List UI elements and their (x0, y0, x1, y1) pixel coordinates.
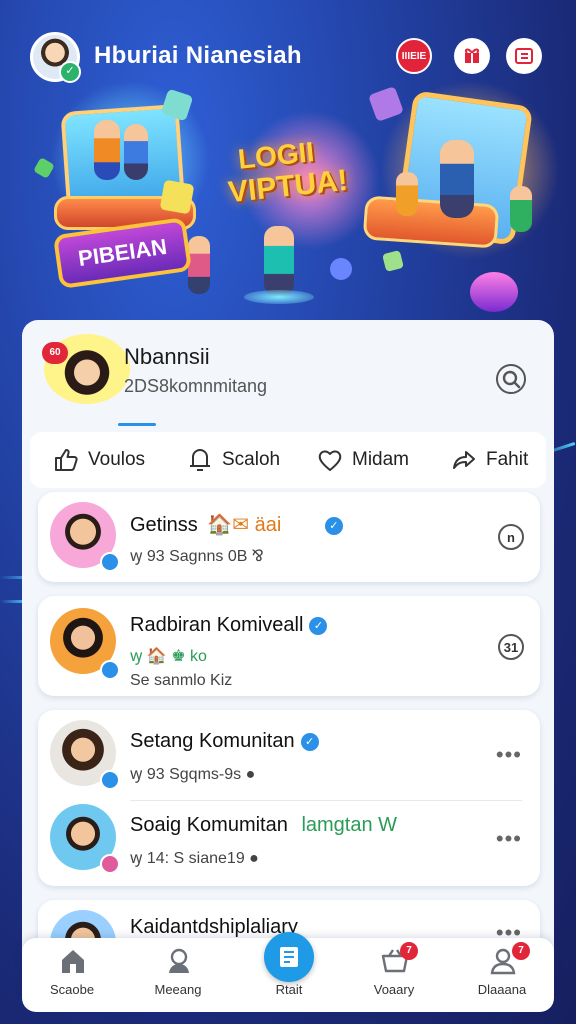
list-item[interactable]: Radbiran Komiveall ✓ ꝡ 🏠 ♚ ko Se sanmlo K… (38, 600, 540, 696)
kid-figure (188, 236, 210, 294)
notification-badge: 7 (400, 942, 418, 960)
follow-button[interactable]: 31 (498, 634, 524, 660)
community-name: Radbiran Komiveall ✓ (130, 614, 328, 637)
nav-label: Dlaaana (477, 982, 527, 997)
kid-figure (396, 172, 418, 216)
nav-label: Rtait (275, 982, 303, 997)
tab-voulos[interactable]: Voulos (52, 432, 145, 488)
stage-glow (244, 290, 314, 304)
tab-label: Fahit (486, 449, 529, 470)
more-options-icon[interactable]: ••• (496, 742, 522, 768)
nav-item-basket[interactable]: 7 Voaary (354, 938, 434, 1012)
verified-badge (100, 770, 120, 790)
kid-figure (94, 120, 120, 180)
community-card[interactable]: Getinss 🏠✉ äai ✓ ꝡ 93 Sagnns 0B ⅋ n (38, 492, 540, 582)
floating-cube (330, 258, 352, 280)
verified-badge (100, 552, 120, 572)
verified-badge (100, 854, 120, 874)
heart-icon (318, 450, 342, 471)
list-item[interactable]: Setang Komunitan ✓ ꝡ 93 Sgqms-9s ● ••• (38, 710, 540, 806)
right-stage-illustration (362, 195, 500, 249)
list-item[interactable]: Getinss 🏠✉ äai ✓ ꝡ 93 Sagnns 0B ⅋ n (38, 492, 540, 588)
community-meta: ꝡ 93 Sgqms-9s ● (130, 766, 256, 783)
nav-item-home[interactable]: Scaobe (32, 938, 112, 1012)
gift-icon (464, 48, 480, 63)
profile-name: Nbannsii (124, 344, 210, 369)
live-button[interactable]: IIIEIE (396, 38, 432, 74)
app-title: Hburiai Nianesiah (94, 42, 302, 69)
tab-label: Midam (352, 449, 410, 470)
group-icon (169, 948, 189, 973)
tab-bar: Voulos Scaloh Midam Fahit (30, 432, 546, 488)
tab-fahit[interactable]: Fahit (450, 432, 528, 488)
verified-icon: ✓ (324, 516, 343, 535)
gift-button[interactable] (454, 38, 490, 74)
user-avatar[interactable]: ✓ (30, 32, 81, 83)
thumbs-up-icon (55, 449, 78, 471)
notification-badge: 7 (512, 942, 530, 960)
menu-button[interactable] (506, 38, 542, 74)
community-name: Kaidantdshiplaliary (130, 916, 298, 938)
verified-badge (100, 660, 120, 680)
community-card[interactable]: Setang Komunitan ✓ ꝡ 93 Sgqms-9s ● ••• So… (38, 710, 540, 886)
verified-icon: ✓ (300, 732, 319, 751)
list-item[interactable]: Soaig Komumitan lamgtan W ꝡ 14: S siane1… (38, 794, 540, 890)
status-badge: ✓ (59, 61, 81, 83)
search-icon[interactable] (494, 362, 528, 396)
follow-button[interactable]: n (498, 524, 524, 550)
community-name: Setang Komunitan ✓ (130, 730, 319, 753)
verified-icon: ✓ (309, 616, 328, 635)
tab-label: Voulos (88, 449, 146, 470)
floating-cube (470, 272, 518, 312)
community-meta: ꝡ 93 Sagnns 0B ⅋ (130, 548, 264, 565)
bottom-navigation: Scaobe Meeang Rtait 7 Voaary 7 Dlaaana (22, 932, 554, 1012)
notification-badge: 60 (42, 342, 68, 364)
tab-label: Scaloh (222, 449, 281, 470)
community-panel: 60 Nbannsii 2DS8komnmitang Voulos Scaloh (22, 320, 554, 1010)
emoji-badges: lamgtan W (301, 814, 398, 836)
community-tags: ꝡ 🏠 ♚ ko (130, 648, 207, 665)
floating-cube (382, 250, 404, 272)
nav-item-meeting[interactable]: Meeang (138, 938, 218, 1012)
post-button[interactable] (264, 932, 314, 982)
menu-icon (515, 48, 533, 64)
kid-figure (510, 186, 532, 232)
more-options-icon[interactable]: ••• (496, 826, 522, 852)
nav-item-profile[interactable]: 7 Dlaaana (462, 938, 542, 1012)
community-card[interactable]: Radbiran Komiveall ✓ ꝡ 🏠 ♚ ko Se sanmlo K… (38, 596, 540, 696)
kid-figure (440, 140, 474, 218)
community-name: Soaig Komumitan lamgtan W (130, 814, 398, 836)
tab-midam[interactable]: Midam (316, 432, 409, 488)
nav-label: Scaobe (49, 982, 95, 997)
post-icon (280, 947, 298, 967)
profile-header: 60 Nbannsii 2DS8komnmitang (22, 320, 554, 426)
nav-item-post[interactable]: Rtait (249, 932, 329, 1012)
nav-label: Meeang (154, 982, 202, 997)
community-meta: Se sanmlo Kiz (130, 672, 233, 689)
tab-underline (118, 423, 156, 426)
emoji-badges: 🏠✉ äai (207, 514, 282, 536)
home-icon (62, 950, 84, 973)
tab-scaloh[interactable]: Scaloh (186, 432, 280, 488)
share-icon (453, 451, 475, 469)
community-meta: ꝡ 14: S siane19 ● (130, 850, 259, 867)
kid-figure (264, 226, 294, 296)
kid-figure (124, 124, 148, 180)
community-name: Getinss 🏠✉ äai ✓ (130, 512, 343, 537)
profile-subtitle: 2DS8komnmitang (124, 376, 268, 396)
top-bar: ✓ Hburiai Nianesiah IIIEIE (0, 28, 576, 92)
nav-label: Voaary (373, 982, 415, 997)
floating-cube (159, 179, 195, 215)
bell-icon (190, 449, 210, 471)
